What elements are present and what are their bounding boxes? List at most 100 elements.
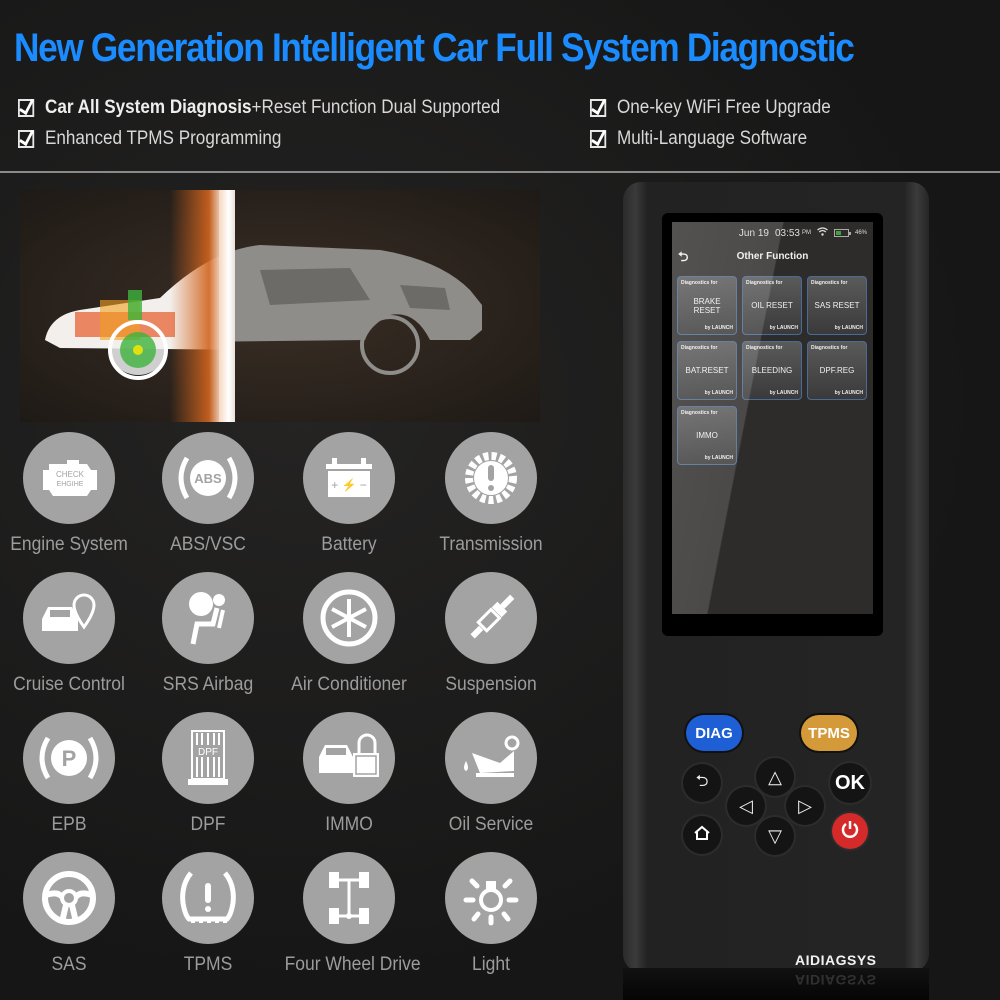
function-transmission: Transmission bbox=[421, 432, 561, 556]
four-wheel-drive-icon bbox=[303, 852, 395, 944]
feature-bold: Car All System Diagnosis bbox=[45, 97, 252, 118]
home-button[interactable] bbox=[683, 816, 721, 854]
tile-name: BAT.RESET bbox=[685, 366, 729, 376]
brand-logo: AIDIAGSYS bbox=[795, 952, 877, 968]
spark-plug-icon bbox=[445, 572, 537, 664]
function-oil-service: Oil Service bbox=[421, 712, 561, 836]
function-label: Oil Service bbox=[448, 814, 534, 835]
app-bar: ⮌ Other Function bbox=[672, 244, 873, 268]
tile-name: BLEEDING bbox=[751, 366, 793, 376]
status-time: 03:53 bbox=[774, 227, 800, 239]
function-label: Suspension bbox=[445, 674, 537, 695]
checkbox-icon bbox=[18, 130, 35, 148]
divider bbox=[0, 171, 1000, 173]
function-battery: + ⚡ − Battery bbox=[279, 432, 419, 556]
light-bulb-icon bbox=[445, 852, 537, 944]
function-engine-system: CHECK EHGIHE Engine System bbox=[0, 432, 139, 556]
down-button[interactable]: ▽ bbox=[756, 817, 794, 855]
tile-vendor: by LAUNCH bbox=[769, 325, 798, 331]
transmission-gear-icon bbox=[445, 432, 537, 524]
tile-caption: Diagnostics for bbox=[811, 280, 848, 286]
tile-caption: Diagnostics for bbox=[681, 345, 718, 351]
function-tile[interactable]: Diagnostics for BLEEDING by LAUNCH bbox=[742, 341, 802, 400]
triangle-right-icon: ▷ bbox=[798, 795, 812, 816]
tile-name: BRAKE RESET bbox=[693, 296, 721, 315]
tile-caption: Diagnostics for bbox=[681, 280, 718, 286]
battery-status-icon bbox=[833, 229, 851, 237]
function-tile[interactable]: Diagnostics for DPF.REG by LAUNCH bbox=[807, 341, 867, 400]
function-air-conditioner: Air Conditioner bbox=[279, 572, 419, 696]
function-abs-vsc: ABS ABS/VSC bbox=[138, 432, 278, 556]
function-srs-airbag: SRS Airbag bbox=[138, 572, 278, 696]
screen-title: Other Function bbox=[736, 250, 809, 262]
triangle-left-icon: ◁ bbox=[739, 795, 753, 816]
left-button[interactable]: ◁ bbox=[727, 787, 765, 825]
status-bar: Jun 19 03:53 PM 46% bbox=[672, 224, 873, 242]
check-engine-icon: CHECK EHGIHE bbox=[23, 432, 115, 524]
diag-button[interactable]: DIAG bbox=[686, 715, 742, 751]
function-tile[interactable]: Diagnostics for BRAKE RESET by LAUNCH bbox=[677, 276, 737, 335]
function-tile[interactable]: Diagnostics for BAT.RESET by LAUNCH bbox=[677, 341, 737, 400]
back-arrow-icon[interactable]: ⮌ bbox=[678, 248, 688, 270]
tpms-button[interactable]: TPMS bbox=[801, 715, 857, 751]
tile-vendor: by LAUNCH bbox=[769, 390, 798, 396]
power-button[interactable] bbox=[832, 813, 868, 849]
function-label: ABS/VSC bbox=[170, 534, 246, 555]
power-icon bbox=[840, 819, 860, 844]
triangle-up-icon: △ bbox=[768, 766, 782, 787]
oil-can-icon bbox=[445, 712, 537, 804]
function-label: IMMO bbox=[325, 814, 373, 835]
function-dpf: DPF DPF bbox=[138, 712, 278, 836]
tile-caption: Diagnostics for bbox=[681, 410, 718, 416]
ok-button[interactable]: OK bbox=[830, 763, 870, 803]
car-xray-image bbox=[20, 190, 540, 422]
snowflake-icon bbox=[303, 572, 395, 664]
tpms-label: TPMS bbox=[808, 724, 850, 742]
svg-text:EHGIHE: EHGIHE bbox=[57, 481, 84, 488]
feature-item: Enhanced TPMS Programming bbox=[18, 128, 281, 150]
function-label: Engine System bbox=[10, 534, 128, 555]
airbag-icon bbox=[162, 572, 254, 664]
function-label: Four Wheel Drive bbox=[284, 954, 421, 975]
function-light: Light bbox=[421, 852, 561, 976]
car-silhouette-icon bbox=[45, 245, 482, 380]
home-icon bbox=[693, 825, 711, 846]
function-tile[interactable]: Diagnostics for SAS RESET by LAUNCH bbox=[807, 276, 867, 335]
feature-text: Multi-Language Software bbox=[617, 128, 808, 149]
tile-vendor: by LAUNCH bbox=[704, 455, 733, 461]
brand-logo-reflection: AIDIAGSYS bbox=[795, 972, 877, 988]
back-arrow-icon: ⮌ bbox=[695, 772, 709, 790]
right-button[interactable]: ▷ bbox=[786, 787, 824, 825]
function-label: Cruise Control bbox=[13, 674, 125, 695]
status-date: Jun 19 bbox=[738, 227, 769, 239]
up-button[interactable]: △ bbox=[756, 758, 794, 796]
function-tile[interactable]: Diagnostics for IMMO by LAUNCH bbox=[677, 406, 737, 465]
function-sas: SAS bbox=[0, 852, 139, 976]
feature-text: +Reset Function Dual Supported bbox=[251, 97, 501, 118]
svg-text:+ ⚡ −: + ⚡ − bbox=[331, 478, 367, 492]
tile-caption: Diagnostics for bbox=[746, 280, 783, 286]
function-immo: IMMO bbox=[279, 712, 419, 836]
feature-text: Enhanced TPMS Programming bbox=[45, 128, 282, 149]
abs-icon: ABS bbox=[162, 432, 254, 524]
tile-vendor: by LAUNCH bbox=[834, 390, 863, 396]
feature-item: Car All System Diagnosis +Reset Function … bbox=[18, 97, 500, 119]
status-ampm: PM bbox=[801, 230, 811, 236]
parking-brake-icon: P bbox=[23, 712, 115, 804]
tile-name: DPF.REG bbox=[819, 366, 855, 376]
ok-label: OK bbox=[835, 771, 865, 794]
function-cruise-control: Cruise Control bbox=[0, 572, 139, 696]
diag-label: DIAG bbox=[695, 724, 733, 742]
steering-wheel-icon bbox=[23, 852, 115, 944]
function-tile[interactable]: Diagnostics for OIL RESET by LAUNCH bbox=[742, 276, 802, 335]
feature-item: Multi-Language Software bbox=[590, 128, 807, 150]
function-label: Light bbox=[472, 954, 510, 975]
tile-vendor: by LAUNCH bbox=[704, 325, 733, 331]
immobilizer-icon bbox=[303, 712, 395, 804]
battery-icon: + ⚡ − bbox=[303, 432, 395, 524]
function-label: DPF bbox=[190, 814, 226, 835]
page-title: New Generation Intelligent Car Full Syst… bbox=[14, 26, 855, 70]
back-button[interactable]: ⮌ bbox=[683, 764, 721, 802]
tile-name: SAS RESET bbox=[814, 301, 860, 311]
feature-text: One-key WiFi Free Upgrade bbox=[617, 97, 831, 118]
